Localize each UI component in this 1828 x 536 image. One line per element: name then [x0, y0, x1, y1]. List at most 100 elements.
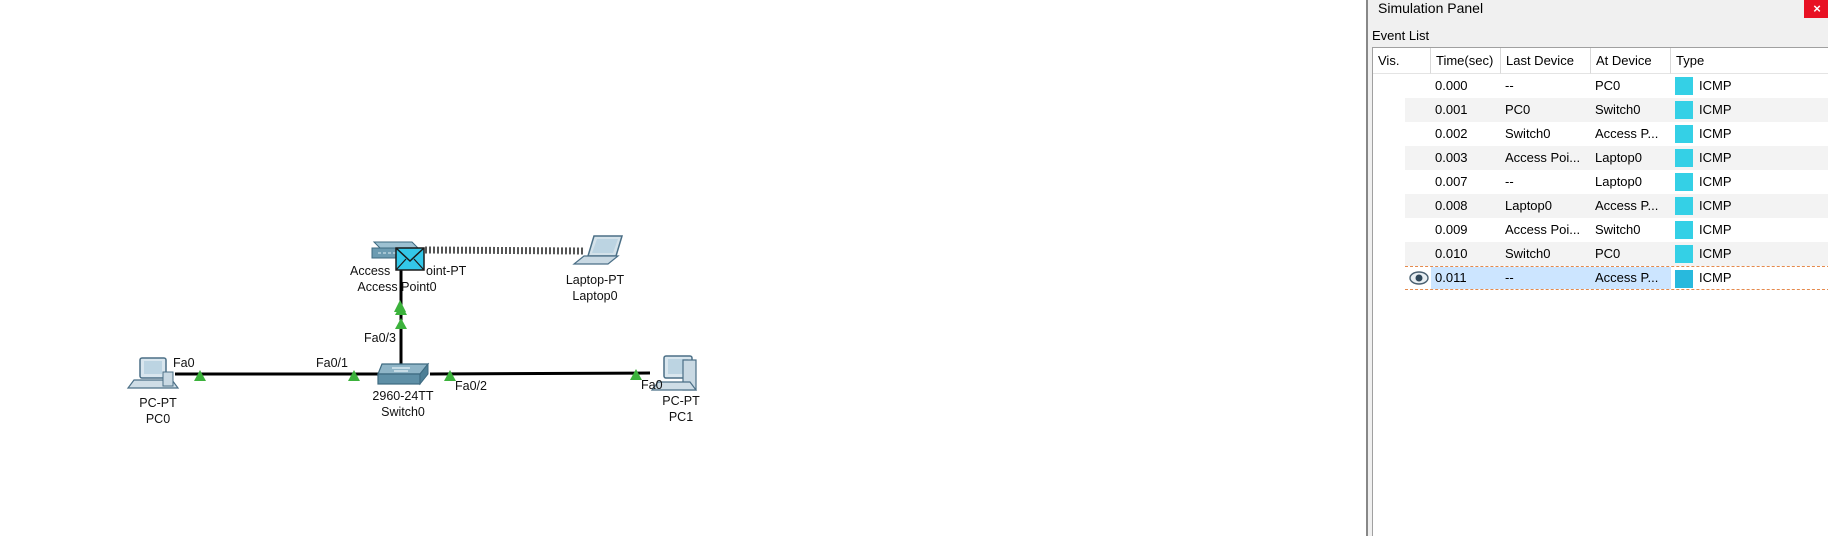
- event-type-cell: ICMP: [1671, 218, 1828, 242]
- event-type-cell: ICMP: [1671, 194, 1828, 218]
- event-time-cell: 0.003: [1435, 150, 1468, 165]
- event-last-device-cell: PC0: [1505, 102, 1531, 117]
- port-label-fa01: Fa0/1: [316, 356, 348, 370]
- event-row[interactable]: 0.007 -- Laptop0 ICMP: [1405, 170, 1828, 194]
- link-up-indicator-fa03-upper: [395, 318, 407, 329]
- event-type-cell: ICMP: [1671, 74, 1828, 98]
- event-time-cell: 0.000: [1435, 78, 1468, 93]
- laptop0-name-label: Laptop0: [572, 289, 617, 303]
- pc0-name-label: PC0: [146, 412, 170, 426]
- event-type-cell: ICMP: [1671, 98, 1828, 122]
- link-switch0-pc1[interactable]: [429, 371, 651, 376]
- event-visibility-cell[interactable]: [1405, 98, 1431, 122]
- event-at-device-cell: PC0: [1595, 78, 1621, 93]
- pc0-icon[interactable]: [126, 357, 180, 389]
- event-last-device-cell: --: [1505, 78, 1514, 93]
- event-at-device-cell: Access P...: [1591, 267, 1671, 289]
- topology-canvas[interactable]: Fa0 Fa0/1 Fa0/2 Fa0/3 Fa0 PC-PT PC0 2960…: [0, 0, 1366, 536]
- pc1-model-label: PC-PT: [662, 394, 700, 408]
- event-visibility-cell[interactable]: [1405, 122, 1431, 146]
- event-at-device-cell: Access P...: [1595, 198, 1659, 213]
- event-at-device-cell: Switch0: [1595, 222, 1641, 237]
- event-type-label: ICMP: [1699, 246, 1732, 261]
- logical-workspace[interactable]: Fa0 Fa0/1 Fa0/2 Fa0/3 Fa0 PC-PT PC0 2960…: [0, 0, 1366, 536]
- event-time-cell: 0.007: [1435, 174, 1468, 189]
- event-list-label: Event List: [1372, 28, 1430, 43]
- ap0-model-label-tail: oint-PT: [426, 264, 467, 278]
- event-time-cell: 0.011: [1431, 267, 1501, 289]
- event-time-cell: 0.002: [1435, 126, 1468, 141]
- event-row[interactable]: 0.001 PC0 Switch0 ICMP: [1405, 98, 1828, 122]
- event-last-device-cell: Access Poi...: [1505, 222, 1581, 237]
- event-type-label: ICMP: [1699, 222, 1732, 237]
- port-label-fa03: Fa0/3: [364, 331, 396, 345]
- pdu-color-swatch[interactable]: [1675, 270, 1693, 288]
- event-visibility-cell[interactable]: [1405, 170, 1431, 194]
- switch0-icon[interactable]: [377, 362, 430, 386]
- event-type-cell: ICMP: [1671, 242, 1828, 266]
- event-last-device-cell: --: [1505, 174, 1514, 189]
- event-time-cell: 0.010: [1435, 246, 1468, 261]
- simulation-panel: Simulation Panel × Event List Vis. Time(…: [1366, 0, 1828, 536]
- event-row[interactable]: 0.003 Access Poi... Laptop0 ICMP: [1405, 146, 1828, 170]
- event-row[interactable]: 0.009 Access Poi... Switch0 ICMP: [1405, 218, 1828, 242]
- event-visibility-cell[interactable]: [1405, 218, 1431, 242]
- event-type-cell: ICMP: [1671, 170, 1828, 194]
- event-type-label: ICMP: [1699, 102, 1732, 117]
- event-last-device-cell: Access Poi...: [1505, 150, 1581, 165]
- pdu-color-swatch[interactable]: [1675, 173, 1693, 191]
- event-visibility-cell[interactable]: [1405, 267, 1431, 289]
- event-list-table[interactable]: Vis. Time(sec) Last Device At Device Typ…: [1372, 47, 1828, 536]
- eye-icon[interactable]: [1409, 271, 1429, 285]
- event-type-cell: ICMP: [1671, 122, 1828, 146]
- simulation-panel-title: Simulation Panel: [1378, 0, 1484, 16]
- event-last-device-cell: Switch0: [1505, 126, 1551, 141]
- event-at-device-cell: Access P...: [1595, 126, 1659, 141]
- pdu-envelope-icon[interactable]: [395, 247, 425, 271]
- pdu-color-swatch[interactable]: [1675, 221, 1693, 239]
- event-time-cell: 0.008: [1435, 198, 1468, 213]
- column-header-type[interactable]: Type: [1671, 48, 1828, 74]
- event-type-label: ICMP: [1699, 126, 1732, 141]
- event-time-cell: 0.001: [1435, 102, 1468, 117]
- event-row[interactable]: 0.010 Switch0 PC0 ICMP: [1405, 242, 1828, 266]
- event-row[interactable]: 0.000 -- PC0 ICMP: [1405, 74, 1828, 98]
- event-type-label: ICMP: [1699, 150, 1732, 165]
- event-at-device-cell: Switch0: [1595, 102, 1641, 117]
- close-button[interactable]: ×: [1804, 0, 1828, 18]
- event-type-label: ICMP: [1699, 198, 1732, 213]
- port-label-pc1-fa0: Fa0: [641, 378, 663, 392]
- column-header-time[interactable]: Time(sec): [1431, 48, 1501, 74]
- port-label-pc0-fa0: Fa0: [173, 356, 195, 370]
- event-type-label: ICMP: [1699, 270, 1732, 285]
- event-row[interactable]: 0.002 Switch0 Access P... ICMP: [1405, 122, 1828, 146]
- event-row[interactable]: 0.008 Laptop0 Access P... ICMP: [1405, 194, 1828, 218]
- laptop0-model-label: Laptop-PT: [566, 273, 625, 287]
- column-header-at-device[interactable]: At Device: [1591, 48, 1671, 74]
- ap0-model-label: Access: [350, 264, 390, 278]
- event-visibility-cell[interactable]: [1405, 146, 1431, 170]
- ap0-name-label: Access Point0: [357, 280, 436, 294]
- event-visibility-cell[interactable]: [1405, 194, 1431, 218]
- pdu-color-swatch[interactable]: [1675, 197, 1693, 215]
- event-type-label: ICMP: [1699, 78, 1732, 93]
- event-visibility-cell[interactable]: [1405, 74, 1431, 98]
- pdu-color-swatch[interactable]: [1675, 77, 1693, 95]
- pdu-color-swatch[interactable]: [1675, 149, 1693, 167]
- event-last-device-cell: Switch0: [1505, 246, 1551, 261]
- event-time-cell: 0.009: [1435, 222, 1468, 237]
- event-at-device-cell: Laptop0: [1595, 150, 1642, 165]
- pdu-color-swatch[interactable]: [1675, 245, 1693, 263]
- pdu-color-swatch[interactable]: [1675, 101, 1693, 119]
- event-at-device-cell: PC0: [1595, 246, 1621, 261]
- event-visibility-cell[interactable]: [1405, 242, 1431, 266]
- pdu-color-swatch[interactable]: [1675, 125, 1693, 143]
- event-last-device-cell: Laptop0: [1505, 198, 1552, 213]
- event-row[interactable]: 0.011 -- Access P... ICMP: [1405, 266, 1828, 290]
- column-header-last-device[interactable]: Last Device: [1501, 48, 1591, 74]
- event-at-device-cell: Laptop0: [1595, 174, 1642, 189]
- column-header-vis[interactable]: Vis.: [1373, 48, 1431, 74]
- event-type-cell: ICMP: [1671, 146, 1828, 170]
- event-last-device-cell: --: [1501, 267, 1591, 289]
- wireless-link-ap0-laptop0: [424, 246, 586, 255]
